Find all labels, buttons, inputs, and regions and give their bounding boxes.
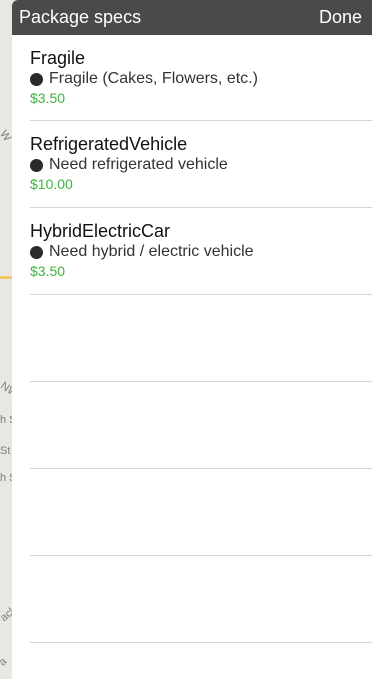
spec-item-description: Need hybrid / electric vehicle bbox=[49, 243, 254, 260]
spec-item-hybrid-electric-car[interactable]: HybridElectricCar Need hybrid / electric… bbox=[30, 208, 372, 295]
spec-item-description: Fragile (Cakes, Flowers, etc.) bbox=[49, 70, 258, 87]
spec-item-description-row: Need hybrid / electric vehicle bbox=[30, 242, 372, 262]
bullet-icon bbox=[30, 245, 43, 259]
bullet-icon bbox=[30, 158, 43, 172]
spec-item-refrigerated-vehicle[interactable]: RefrigeratedVehicle Need refrigerated ve… bbox=[30, 121, 372, 208]
empty-list-row bbox=[30, 469, 372, 556]
spec-item-price: $10.00 bbox=[30, 176, 73, 192]
spec-item-description: Need refrigerated vehicle bbox=[49, 156, 228, 173]
spec-item-description-row: Fragile (Cakes, Flowers, etc.) bbox=[30, 69, 372, 89]
spec-item-fragile[interactable]: Fragile Fragile (Cakes, Flowers, etc.) $… bbox=[30, 35, 372, 121]
package-specs-sheet: Package specs Done Fragile Fragile (Cake… bbox=[12, 0, 372, 679]
package-spec-list: Fragile Fragile (Cakes, Flowers, etc.) $… bbox=[30, 35, 372, 643]
spec-item-title: RefrigeratedVehicle bbox=[30, 134, 188, 154]
spec-item-title: Fragile bbox=[30, 48, 86, 68]
spec-item-title: HybridElectricCar bbox=[30, 221, 171, 241]
empty-list-row bbox=[30, 295, 372, 382]
empty-list-row bbox=[30, 382, 372, 469]
bullet-icon bbox=[30, 72, 43, 86]
done-button[interactable]: Done bbox=[319, 7, 362, 28]
sheet-header: Package specs Done bbox=[12, 0, 372, 35]
spec-item-price: $3.50 bbox=[30, 263, 66, 279]
spec-item-description-row: Need refrigerated vehicle bbox=[30, 155, 372, 175]
empty-list-row bbox=[30, 556, 372, 643]
spec-item-price: $3.50 bbox=[30, 90, 66, 106]
sheet-title: Package specs bbox=[19, 7, 142, 27]
map-label: a bbox=[0, 655, 10, 669]
map-label: St bbox=[0, 445, 11, 457]
